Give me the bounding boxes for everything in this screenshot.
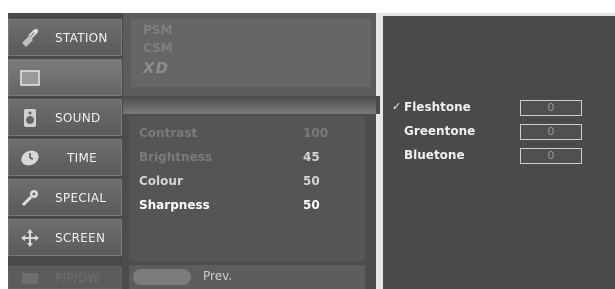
setting-name: Contrast — [139, 126, 198, 140]
panel-divider — [123, 96, 376, 114]
menu-item-pipdw[interactable]: PIP/DW — [8, 266, 122, 289]
menu-item-screen[interactable]: SCREEN — [8, 219, 122, 256]
key-icon — [19, 187, 41, 209]
mode-csm[interactable]: CSM — [143, 41, 173, 55]
menu-label-sound: SOUND — [55, 110, 101, 125]
move-arrows-icon — [19, 227, 41, 249]
tone-name: Fleshtone — [404, 100, 471, 114]
tone-panel: ✓ Fleshtone 0 Greentone 0 Bluetone 0 — [380, 13, 615, 289]
setting-row-colour[interactable]: Colour 50 — [139, 174, 339, 192]
picture-settings-panel: Contrast 100 Brightness 45 Colour 50 Sha… — [123, 114, 380, 289]
tone-row-greentone[interactable]: Greentone 0 — [392, 124, 602, 144]
menu-label-time: TIME — [67, 150, 98, 165]
setting-row-brightness[interactable]: Brightness 45 — [139, 150, 339, 168]
setting-row-contrast[interactable]: Contrast 100 — [139, 126, 339, 144]
prev-button[interactable] — [133, 269, 191, 285]
tone-name: Bluetone — [404, 148, 465, 162]
mode-psm[interactable]: PSM — [143, 23, 172, 37]
settings-list: Contrast 100 Brightness 45 Colour 50 Sha… — [129, 116, 365, 261]
tone-value-box[interactable]: 0 — [520, 100, 582, 116]
clock-icon — [19, 147, 41, 169]
setting-name: Colour — [139, 174, 183, 188]
picture-mode-panel: PSM CSM XD — [123, 13, 380, 96]
menu-label-pipdw: PIP/DW — [55, 270, 100, 285]
mode-xd[interactable]: XD — [143, 59, 169, 77]
setting-value: 50 — [303, 174, 320, 188]
tone-value-box[interactable]: 0 — [520, 124, 582, 140]
pip-icon — [19, 267, 41, 289]
menu-label-screen: SCREEN — [55, 230, 106, 245]
menu-item-time[interactable]: TIME — [8, 139, 122, 176]
tone-row-bluetone[interactable]: Bluetone 0 — [392, 148, 602, 168]
menu-item-special[interactable]: SPECIAL — [8, 179, 122, 216]
tone-value-box[interactable]: 0 — [520, 148, 582, 164]
setting-name: Brightness — [139, 150, 213, 164]
setting-value: 50 — [303, 198, 320, 212]
setting-value: 100 — [303, 126, 329, 140]
menu-label-special: SPECIAL — [55, 190, 107, 205]
menu-label-station: STATION — [55, 30, 108, 45]
setting-name: Sharpness — [139, 198, 210, 212]
prev-bar: Prev. — [129, 265, 365, 289]
setting-value: 45 — [303, 150, 320, 164]
speaker-icon — [19, 107, 41, 129]
picture-mode-list: PSM CSM XD — [131, 19, 371, 87]
tone-row-fleshtone[interactable]: ✓ Fleshtone 0 — [392, 100, 602, 120]
menu-item-station[interactable]: STATION — [8, 19, 122, 56]
setting-row-sharpness[interactable]: Sharpness 50 — [139, 198, 339, 216]
picture-screen-icon — [19, 67, 41, 89]
menu-item-sound[interactable]: SOUND — [8, 99, 122, 136]
check-icon: ✓ — [392, 100, 402, 113]
tone-name: Greentone — [404, 124, 476, 138]
prev-label: Prev. — [203, 269, 233, 283]
satellite-dish-icon — [19, 27, 41, 49]
menu-item-picture[interactable] — [8, 59, 122, 96]
